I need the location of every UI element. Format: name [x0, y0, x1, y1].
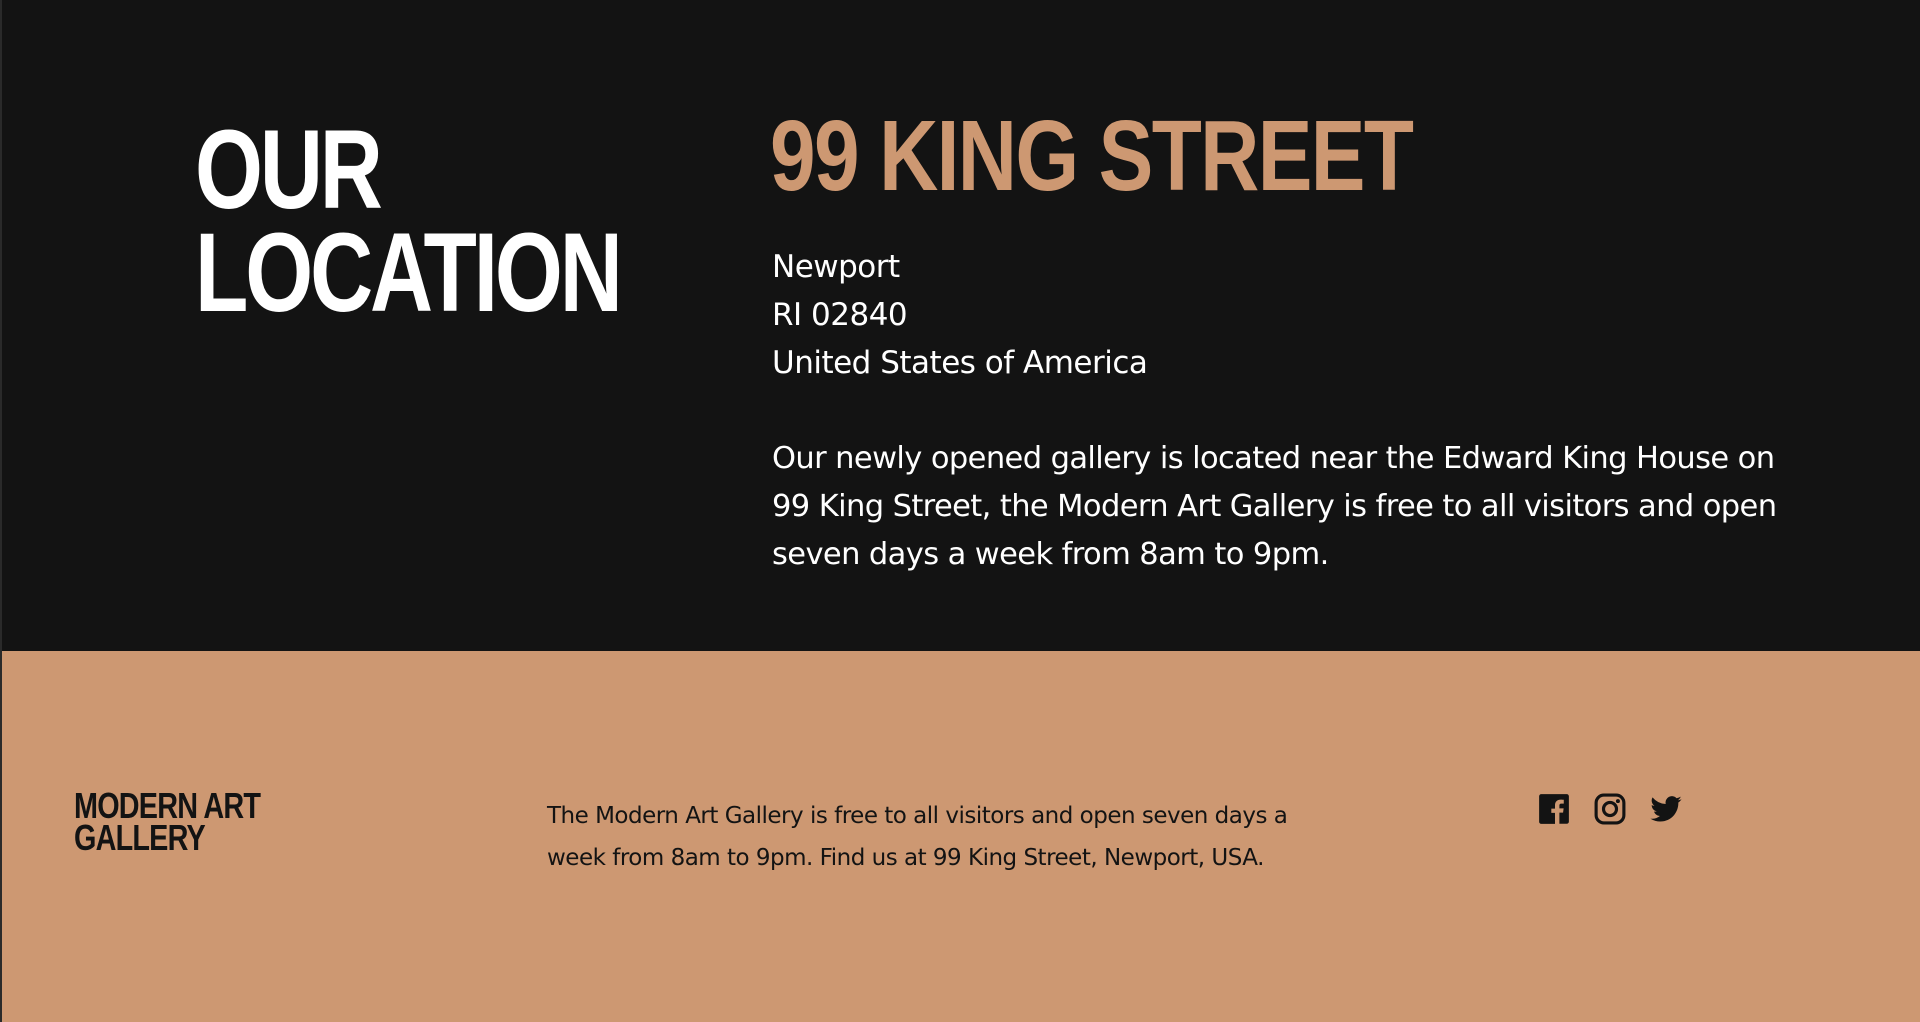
- location-heading-line2: LOCATION: [195, 210, 623, 335]
- location-section: OUR LOCATION 99 KING STREET Newport RI 0…: [0, 0, 1920, 651]
- instagram-link[interactable]: [1593, 792, 1627, 826]
- location-heading-line1: OUR: [195, 107, 383, 232]
- address-country: United States of America: [772, 345, 1148, 381]
- address-lines: Newport RI 02840 United States of Americ…: [772, 243, 1148, 387]
- twitter-icon: [1650, 796, 1682, 822]
- footer-logo[interactable]: MODERN ART GALLERY: [74, 788, 261, 858]
- twitter-link[interactable]: [1649, 792, 1683, 826]
- location-description: Our newly opened gallery is located near…: [772, 441, 1777, 572]
- location-heading: OUR LOCATION: [195, 107, 623, 335]
- address-zip: RI 02840: [772, 297, 908, 333]
- social-links: [1537, 792, 1683, 826]
- address-city: Newport: [772, 249, 900, 285]
- footer-description: The Modern Art Gallery is free to all vi…: [547, 803, 1288, 871]
- facebook-icon: [1539, 794, 1569, 824]
- facebook-link[interactable]: [1537, 792, 1571, 826]
- instagram-icon: [1594, 793, 1626, 825]
- address-title: 99 KING STREET: [770, 100, 1414, 212]
- footer-logo-line2: GALLERY: [74, 817, 206, 858]
